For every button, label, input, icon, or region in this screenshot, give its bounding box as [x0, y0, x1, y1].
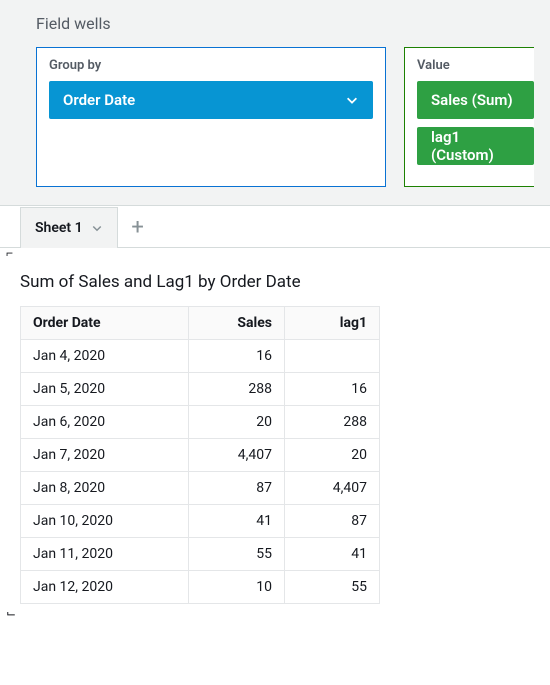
selection-bracket-top: ⌐ — [0, 248, 550, 258]
visual-title: Sum of Sales and Lag1 by Order Date — [20, 272, 530, 292]
fieldwells-row: Group by Order Date Value Sales (Sum) la… — [36, 47, 534, 187]
value-pill-stack: Sales (Sum) lag1 (Custom) — [417, 81, 534, 165]
cell-lag1: 41 — [284, 538, 379, 571]
table-row[interactable]: Jan 11, 20205541 — [21, 538, 380, 571]
visual[interactable]: Sum of Sales and Lag1 by Order Date Orde… — [0, 258, 550, 604]
cell-lag1: 4,407 — [284, 472, 379, 505]
fieldwells-title: Field wells — [36, 14, 534, 33]
table-row[interactable]: Jan 7, 20204,40720 — [21, 439, 380, 472]
table-row[interactable]: Jan 8, 2020874,407 — [21, 472, 380, 505]
cell-order-date: Jan 7, 2020 — [21, 439, 189, 472]
table-row[interactable]: Jan 12, 20201055 — [21, 571, 380, 604]
cell-order-date: Jan 12, 2020 — [21, 571, 189, 604]
cell-lag1: 55 — [284, 571, 379, 604]
cell-sales: 10 — [189, 571, 285, 604]
pill-sales-sum-label: Sales (Sum) — [431, 91, 513, 109]
cell-lag1: 20 — [284, 439, 379, 472]
cell-order-date: Jan 11, 2020 — [21, 538, 189, 571]
col-lag1[interactable]: lag1 — [284, 307, 379, 340]
well-value-label: Value — [417, 58, 534, 73]
cell-lag1 — [284, 340, 379, 373]
add-sheet-button[interactable]: + — [118, 207, 158, 248]
cell-sales: 20 — [189, 406, 285, 439]
col-sales[interactable]: Sales — [189, 307, 285, 340]
cell-order-date: Jan 6, 2020 — [21, 406, 189, 439]
plus-icon: + — [131, 215, 143, 240]
pill-lag1-custom-label: lag1 (Custom) — [431, 128, 520, 164]
pill-order-date-label: Order Date — [63, 91, 135, 109]
pill-order-date[interactable]: Order Date — [49, 81, 373, 119]
cell-lag1: 288 — [284, 406, 379, 439]
cell-sales: 87 — [189, 472, 285, 505]
data-table: Order Date Sales lag1 Jan 4, 202016Jan 5… — [20, 306, 380, 604]
chevron-down-icon[interactable] — [91, 222, 103, 234]
cell-lag1: 87 — [284, 505, 379, 538]
groupby-pill-stack: Order Date — [49, 81, 373, 119]
table-row[interactable]: Jan 5, 202028816 — [21, 373, 380, 406]
cell-order-date: Jan 4, 2020 — [21, 340, 189, 373]
cell-sales: 4,407 — [189, 439, 285, 472]
table-row[interactable]: Jan 10, 20204187 — [21, 505, 380, 538]
cell-sales: 55 — [189, 538, 285, 571]
table-row[interactable]: Jan 4, 202016 — [21, 340, 380, 373]
table-body: Jan 4, 202016Jan 5, 202028816Jan 6, 2020… — [21, 340, 380, 604]
cell-lag1: 16 — [284, 373, 379, 406]
col-order-date[interactable]: Order Date — [21, 307, 189, 340]
cell-sales: 16 — [189, 340, 285, 373]
pill-lag1-custom[interactable]: lag1 (Custom) — [417, 127, 534, 165]
table-header-row: Order Date Sales lag1 — [21, 307, 380, 340]
well-value[interactable]: Value Sales (Sum) lag1 (Custom) — [404, 47, 534, 187]
well-groupby[interactable]: Group by Order Date — [36, 47, 386, 187]
chevron-down-icon — [345, 93, 359, 107]
pill-sales-sum[interactable]: Sales (Sum) — [417, 81, 534, 119]
cell-order-date: Jan 5, 2020 — [21, 373, 189, 406]
tab-sheet-1[interactable]: Sheet 1 — [20, 207, 118, 248]
cell-order-date: Jan 8, 2020 — [21, 472, 189, 505]
cell-sales: 41 — [189, 505, 285, 538]
table-row[interactable]: Jan 6, 202020288 — [21, 406, 380, 439]
well-groupby-label: Group by — [49, 58, 373, 73]
fieldwells-panel: Field wells Group by Order Date Value Sa… — [0, 0, 550, 206]
sheet-tabs: Sheet 1 + — [0, 206, 550, 248]
cell-sales: 288 — [189, 373, 285, 406]
cell-order-date: Jan 10, 2020 — [21, 505, 189, 538]
tab-sheet-1-label: Sheet 1 — [35, 220, 83, 236]
selection-bracket-bottom: ⌙ — [0, 608, 550, 618]
